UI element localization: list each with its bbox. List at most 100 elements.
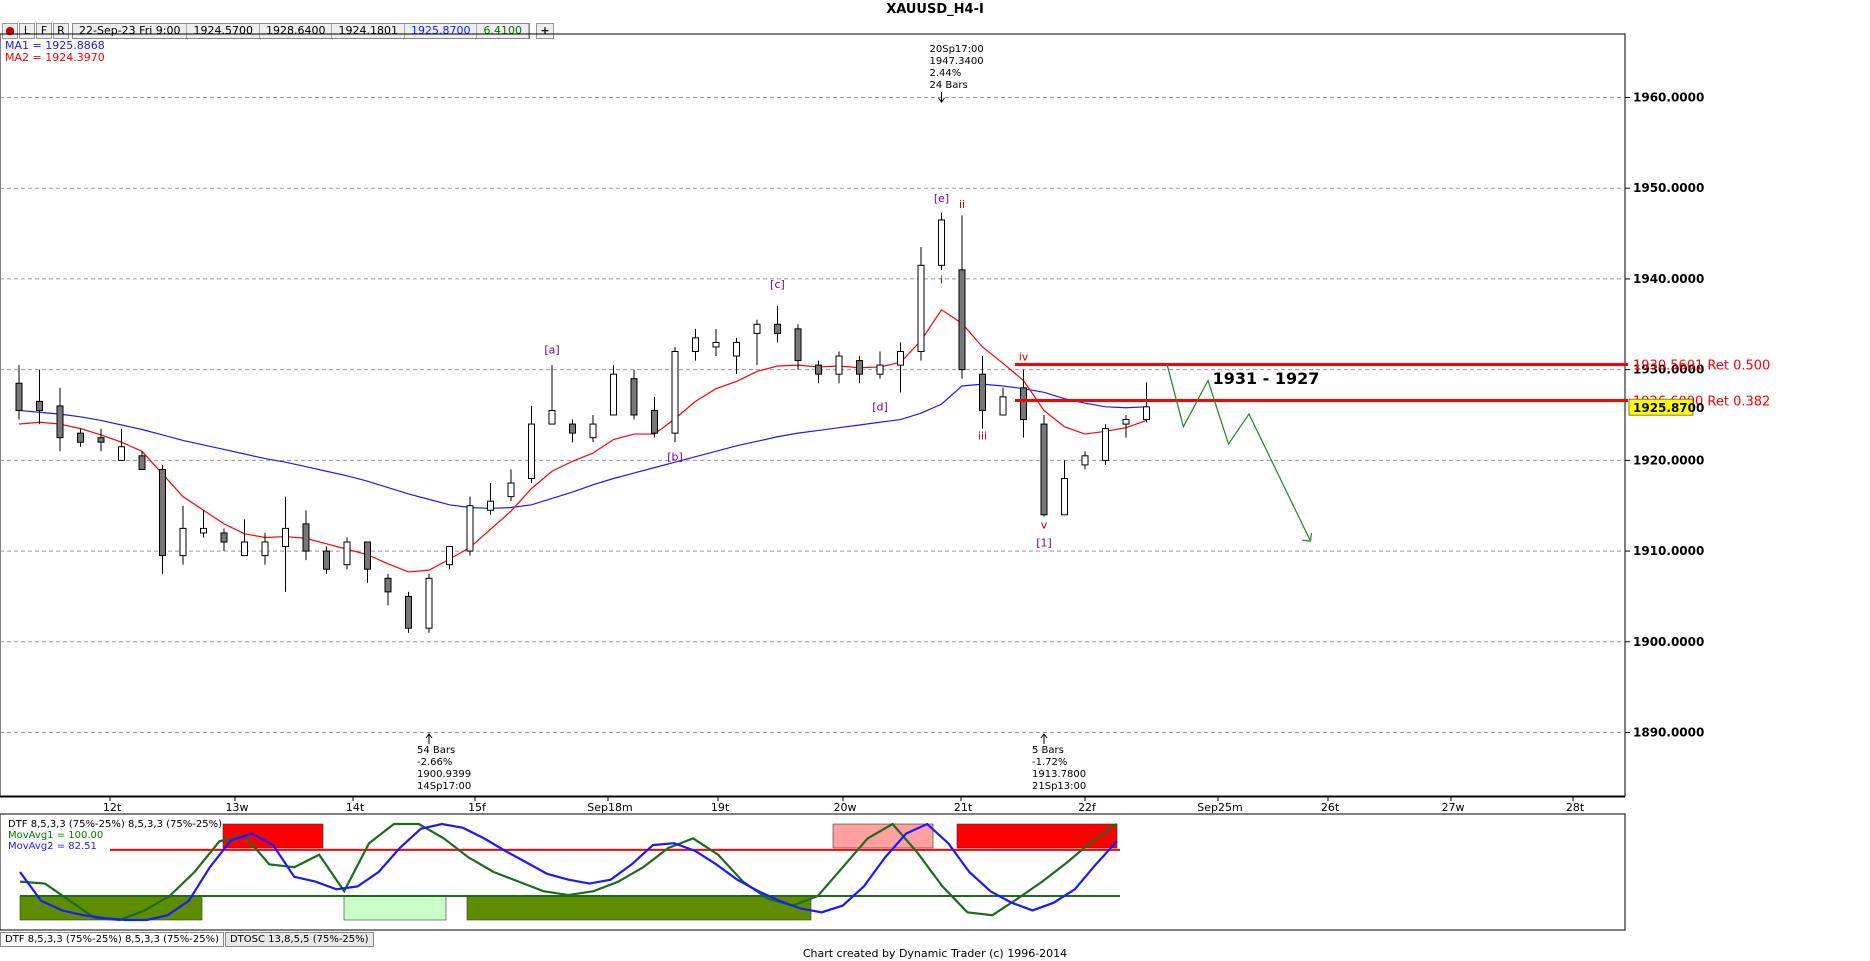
candle: [97, 428, 105, 452]
wave-label: iv: [1019, 351, 1029, 364]
candle-body: [794, 328, 802, 362]
price-tick-label: 1960.0000: [1633, 91, 1704, 105]
price-tick-label: 1940.0000: [1633, 272, 1704, 286]
candle-body: [466, 505, 474, 552]
candle-body: [651, 409, 658, 434]
candle: [651, 396, 658, 438]
price-tick-label: 1890.0000: [1633, 726, 1704, 740]
candle: [220, 528, 228, 552]
candle: [815, 360, 822, 384]
candle: [712, 328, 720, 357]
oscillator-band: [956, 823, 1118, 849]
wave-label: i: [940, 273, 943, 286]
wave-label: [1]: [1036, 537, 1052, 550]
annotation-text: 20Sp17:00: [930, 44, 984, 55]
candle: [999, 387, 1007, 416]
projection-path: [1166, 364, 1313, 542]
candle-body: [815, 364, 822, 375]
candle-body: [999, 396, 1007, 416]
candle-body: [835, 355, 843, 375]
candle: [938, 212, 945, 270]
oscillator-band: [343, 895, 447, 921]
candle-body: [856, 360, 863, 375]
candle: [15, 365, 23, 420]
candle: [36, 369, 43, 425]
bar-count-annotation: 20Sp17:001947.34002.44%24 Bars: [930, 44, 984, 103]
candle-body: [384, 577, 392, 593]
annotation-arrow: [1040, 733, 1048, 744]
candle: [897, 342, 904, 393]
candle: [979, 356, 986, 429]
price-tick-label: 1920.0000: [1633, 453, 1704, 467]
candle-body: [1061, 478, 1068, 516]
oscillator-band: [19, 895, 203, 921]
time-tick-label: Sep25m: [1197, 801, 1242, 814]
candle: [446, 546, 453, 570]
footer-credit: Chart created by Dynamic Trader (c) 1996…: [802, 947, 1068, 960]
time-axis: 12t 13w 14t 15f Sep18m 19t 20w 21t 22f Sep25m 26t 2…: [103, 796, 1585, 814]
candle-body: [1143, 406, 1150, 421]
candle: [1143, 382, 1150, 423]
annotation-text: -1.72%: [1032, 757, 1067, 768]
candle: [241, 519, 248, 557]
candle-body: [446, 546, 453, 566]
candle: [958, 215, 966, 379]
candle-body: [1020, 387, 1027, 421]
annotation-text: 2.44%: [930, 68, 962, 79]
candle-body: [364, 541, 371, 570]
candle-body: [56, 405, 64, 439]
candle: [466, 496, 474, 556]
oscillator-title: DTF 8,5,3,3 (75%-25%) 8,5,3,3 (75%-25%): [8, 819, 222, 830]
candle-body: [507, 482, 515, 498]
ma1-series: [18, 383, 1147, 510]
candle: [159, 464, 166, 574]
candle: [425, 573, 433, 633]
wave-label: [d]: [872, 400, 888, 413]
candle: [569, 419, 576, 443]
candle-body: [569, 423, 576, 434]
candle: [774, 306, 781, 343]
candle: [876, 351, 884, 379]
candle-body: [897, 351, 904, 366]
candle: [282, 496, 289, 592]
candle: [610, 365, 617, 416]
time-tick-label: 28t: [1566, 801, 1585, 814]
oscillator-band: [466, 895, 812, 921]
wave-label: [e]: [934, 192, 949, 205]
candle: [692, 328, 699, 361]
annotation-text: 1947.3400: [930, 56, 984, 67]
candle: [548, 365, 556, 425]
wave-label: [c]: [770, 278, 785, 291]
annotation-text: -2.66%: [417, 757, 452, 768]
annotation-arrow: [425, 733, 433, 744]
candle-body: [630, 378, 638, 416]
candle-body: [36, 400, 43, 411]
price-tick-label: 1900.0000: [1633, 635, 1704, 649]
candle-body: [138, 455, 146, 470]
price-gridlines: [0, 97, 1625, 733]
movavg1-legend: MovAvg1 = 100.00: [8, 830, 103, 841]
candle-body: [405, 595, 412, 629]
candle-body: [692, 337, 699, 352]
candle: [630, 369, 638, 420]
candle-body: [548, 409, 556, 425]
indicator-tabs: DTF 8,5,3,3 (75%-25%) 8,5,3,3 (75%-25%) …: [0, 932, 375, 947]
last-price-label: 1925.8700: [1633, 401, 1704, 415]
wave-label: [b]: [667, 450, 683, 463]
candle-body: [1040, 423, 1048, 516]
candle-body: [1081, 455, 1089, 466]
candle-body: [220, 532, 228, 543]
price-chart[interactable]: 1890.0000 1900.0000 1910.0000 1920.0000 1930…: [0, 0, 1870, 960]
wave-label: iii: [978, 429, 987, 442]
tab-dtosc[interactable]: DTOSC 13,8,5,5 (75%-25%): [224, 932, 374, 947]
candle: [77, 428, 84, 447]
ma1-line: [18, 383, 1147, 510]
candle: [507, 469, 515, 502]
candle-body: [610, 373, 617, 416]
candle: [589, 415, 597, 443]
candle-body: [1102, 428, 1109, 461]
movavg2-legend: MovAvg2 = 82.51: [8, 841, 97, 852]
candle-body: [938, 219, 945, 266]
bar-count-annotation: 5 Bars-1.72%1913.780021Sp13:00: [1032, 733, 1086, 792]
tab-dtf[interactable]: DTF 8,5,3,3 (75%-25%) 8,5,3,3 (75%-25%): [0, 932, 224, 947]
